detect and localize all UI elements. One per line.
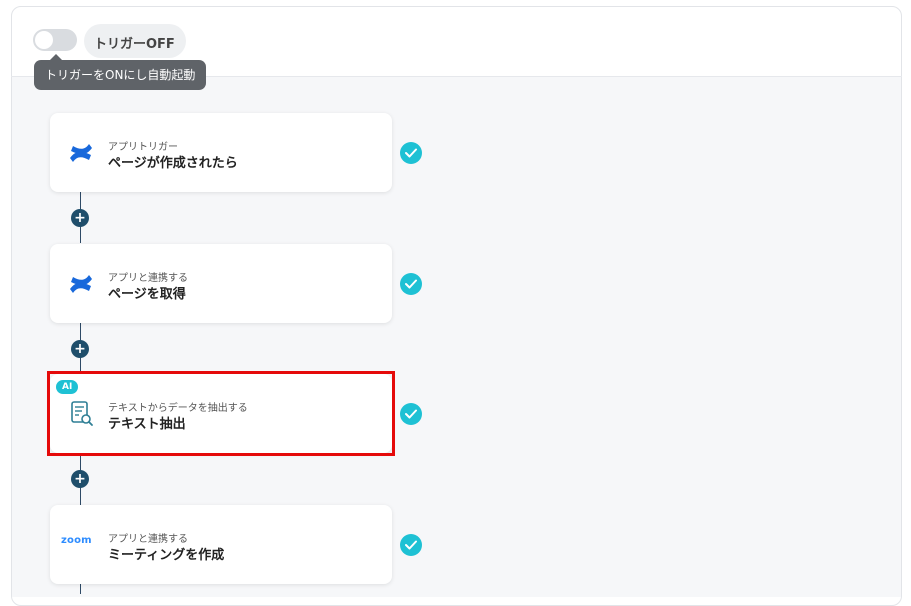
trigger-tooltip: トリガーをONにし自動起動 bbox=[34, 60, 207, 90]
zoom-icon: zoom bbox=[61, 535, 92, 546]
flow-step-get-page[interactable]: アプリと連携する ページを取得 bbox=[50, 244, 392, 323]
step-title: ページを取得 bbox=[108, 287, 186, 302]
step-title: ミーティングを作成 bbox=[108, 548, 225, 563]
step-subtitle: アプリと連携する bbox=[108, 273, 188, 284]
flow-step-create-meeting[interactable]: zoom アプリと連携する ミーティングを作成 bbox=[50, 505, 392, 584]
connector-line bbox=[80, 584, 81, 594]
add-step-button[interactable]: + bbox=[71, 340, 89, 358]
confluence-icon bbox=[66, 269, 96, 299]
step-title: ページが作成されたら bbox=[108, 156, 238, 171]
confluence-icon bbox=[66, 138, 96, 168]
add-step-button[interactable]: + bbox=[71, 209, 89, 227]
ai-badge: AI bbox=[56, 380, 79, 394]
toggle-knob bbox=[35, 31, 53, 49]
selection-highlight bbox=[47, 371, 395, 456]
check-icon bbox=[400, 273, 422, 295]
trigger-toggle[interactable] bbox=[33, 29, 77, 51]
step-subtitle: アプリトリガー bbox=[108, 142, 178, 153]
add-step-button[interactable]: + bbox=[71, 470, 89, 488]
step-subtitle: アプリと連携する bbox=[108, 534, 188, 545]
trigger-status-label: トリガーOFF bbox=[94, 37, 175, 52]
flow-step-trigger[interactable]: アプリトリガー ページが作成されたら bbox=[50, 113, 392, 192]
check-icon bbox=[400, 403, 422, 425]
check-icon bbox=[400, 534, 422, 556]
check-icon bbox=[400, 142, 422, 164]
